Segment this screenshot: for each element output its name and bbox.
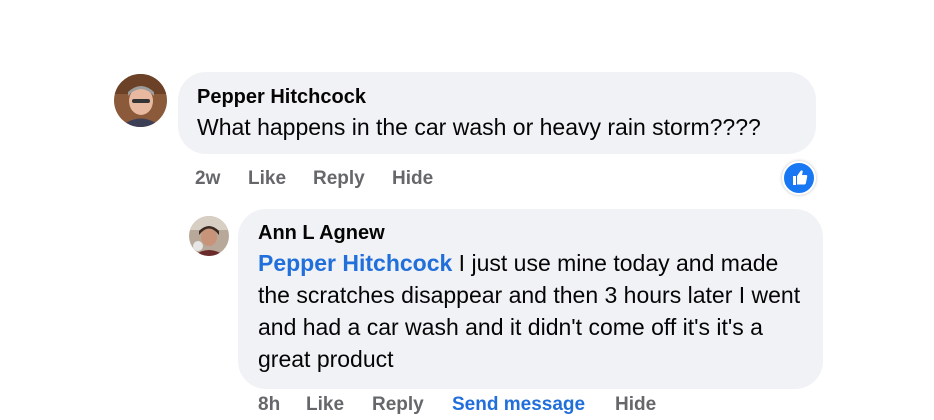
mention-link[interactable]: Pepper Hitchcock: [258, 250, 452, 276]
avatar[interactable]: [189, 216, 229, 256]
like-button[interactable]: Like: [306, 394, 344, 416]
reply-author[interactable]: Ann L Agnew: [258, 221, 803, 245]
reply-actions: 8h Like Reply Send message Hide: [258, 394, 678, 418]
comment-timestamp[interactable]: 2w: [195, 168, 220, 190]
comment-author[interactable]: Pepper Hitchcock: [197, 85, 816, 109]
comment-actions: 2w Like Reply Hide: [195, 168, 495, 192]
like-reaction-icon[interactable]: [782, 161, 816, 195]
like-button[interactable]: Like: [248, 168, 286, 190]
reply-button[interactable]: Reply: [313, 168, 365, 190]
reply-bubble: Ann L Agnew Pepper Hitchcock I just use …: [238, 209, 823, 389]
hide-button[interactable]: Hide: [615, 394, 656, 416]
reply-button[interactable]: Reply: [372, 394, 424, 416]
comment-bubble: Pepper Hitchcock What happens in the car…: [178, 72, 816, 154]
avatar[interactable]: [114, 74, 167, 127]
reply-text: Pepper Hitchcock I just use mine today a…: [258, 247, 803, 375]
hide-button[interactable]: Hide: [392, 168, 433, 190]
reply-timestamp[interactable]: 8h: [258, 394, 280, 416]
send-message-button[interactable]: Send message: [452, 394, 585, 416]
comment-text: What happens in the car wash or heavy ra…: [197, 114, 761, 140]
